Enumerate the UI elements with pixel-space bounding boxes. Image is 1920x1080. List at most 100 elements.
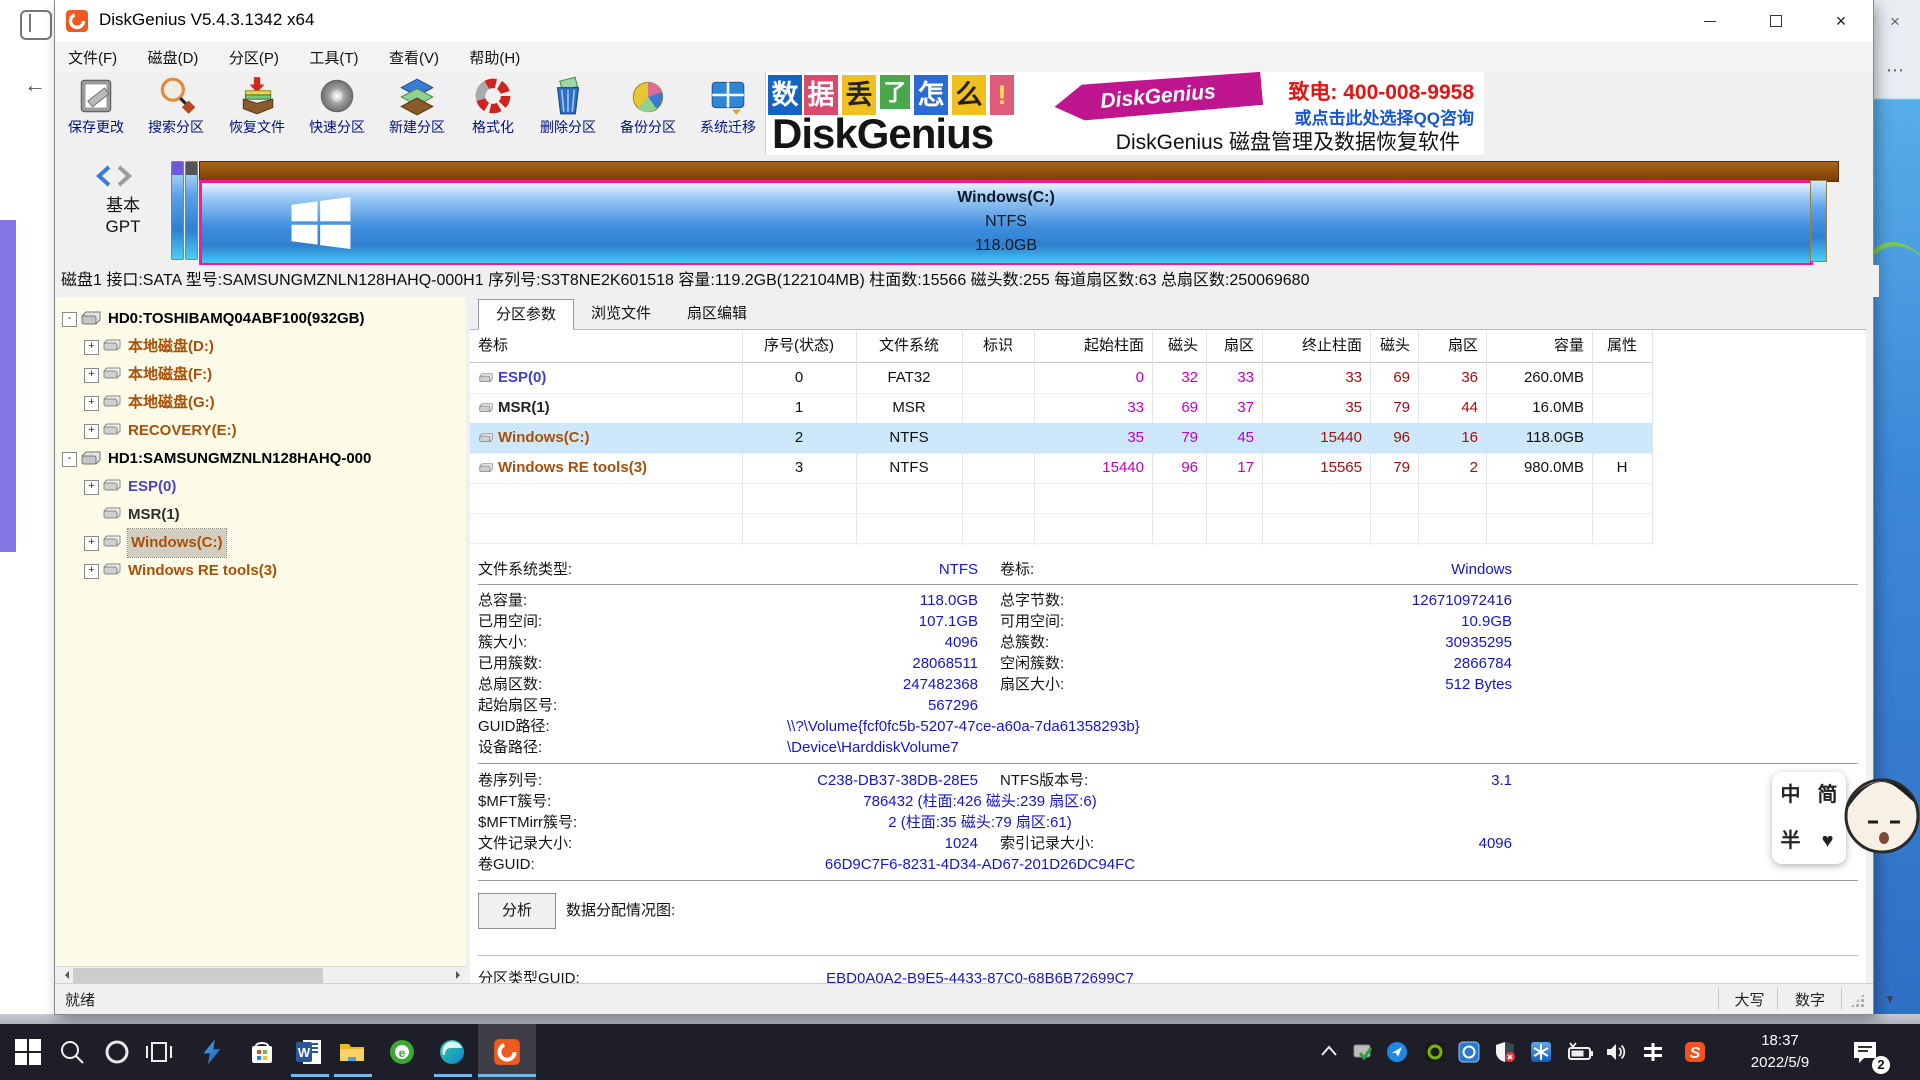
menu-view[interactable]: 查看(V) <box>376 42 452 73</box>
expander-icon[interactable]: + <box>84 368 99 383</box>
microsoft-store-icon[interactable] <box>248 1038 276 1066</box>
partition-row-msr[interactable]: MSR(1) 1MSR 336937 357944 16.0MB <box>470 393 1652 423</box>
taskbar-clock[interactable]: 18:37 2022/5/9 <box>1735 1030 1825 1074</box>
re-tools-partition-bar[interactable] <box>1810 180 1827 262</box>
tab-browse-files[interactable]: 浏览文件 <box>574 299 668 328</box>
analyze-button[interactable]: 分析 <box>478 893 556 929</box>
browser-360-icon[interactable]: e <box>388 1038 416 1066</box>
expander-icon[interactable]: + <box>84 396 99 411</box>
tree-item-msr[interactable]: MSR(1) <box>56 501 466 529</box>
start-button[interactable] <box>14 1038 42 1066</box>
tray-update-check-icon[interactable] <box>1352 1041 1374 1063</box>
word-icon[interactable]: W <box>295 1038 323 1066</box>
taskbar-search-icon[interactable] <box>58 1038 86 1066</box>
tree-item-local-f[interactable]: + 本地磁盘(F:) <box>56 361 466 389</box>
tree-item-local-d[interactable]: + 本地磁盘(D:) <box>56 333 466 361</box>
tray-snowflake-icon[interactable] <box>1530 1041 1552 1063</box>
col-start-cyl: 起始柱面 <box>1034 331 1144 361</box>
running-indicator <box>291 1074 329 1077</box>
ime-status-widget[interactable]: 中 简 半 ♥ <box>1772 772 1846 864</box>
esp-partition-bar[interactable] <box>171 161 184 260</box>
tray-volume-icon[interactable] <box>1604 1041 1626 1063</box>
quick-partition-button[interactable]: 快速分区 <box>299 74 375 152</box>
recover-files-button[interactable]: 恢复文件 <box>219 74 295 152</box>
menu-partition[interactable]: 分区(P) <box>216 42 292 73</box>
ime-halfwidth-indicator[interactable]: 半 <box>1772 818 1809 864</box>
tree-item-hd0[interactable]: - HD0:TOSHIBAMQ04ABF100(932GB) <box>56 305 466 333</box>
resize-grip[interactable] <box>1850 993 1865 1008</box>
task-view-icon[interactable] <box>145 1038 173 1066</box>
maximize-button[interactable] <box>1743 0 1809 42</box>
back-arrow-icon: ← <box>24 72 46 98</box>
diskgenius-taskbar-active-cell[interactable] <box>478 1024 536 1080</box>
close-button[interactable]: × <box>1809 0 1873 42</box>
ime-heart-icon[interactable]: ♥ <box>1809 818 1846 864</box>
tree-item-windows-re[interactable]: + Windows RE tools(3) <box>56 557 466 585</box>
edge-icon[interactable] <box>438 1038 466 1066</box>
partition-row-windows-re[interactable]: Windows RE tools(3) 3NTFS 154409617 1556… <box>470 453 1652 483</box>
expander-icon[interactable]: - <box>62 312 77 327</box>
tray-ime-mode-icon[interactable] <box>1642 1041 1664 1063</box>
format-button[interactable]: 格式化 <box>455 74 531 152</box>
system-migrate-button[interactable]: 系统迁移 <box>690 74 766 152</box>
expander-icon[interactable]: + <box>84 536 99 551</box>
tree-item-windows-c[interactable]: + Windows(C:) <box>56 529 466 557</box>
delete-partition-button[interactable]: 删除分区 <box>530 74 606 152</box>
expander-icon[interactable]: + <box>84 564 99 579</box>
menu-disk[interactable]: 磁盘(D) <box>135 42 212 73</box>
partition-icon <box>478 433 494 444</box>
banner-tile: ! <box>990 75 1014 115</box>
tree-item-esp[interactable]: + ESP(0) <box>56 473 466 501</box>
windows-c-partition-bar[interactable]: Windows(C:) NTFS 118.0GB <box>199 180 1813 266</box>
tree-item-hd1[interactable]: - HD1:SAMSUNGMZNLN128HAHQ-000 <box>56 445 466 473</box>
tree-horizontal-scrollbar[interactable] <box>56 966 466 983</box>
tray-sogou-icon[interactable]: S <box>1684 1041 1706 1063</box>
tree-item-recovery-e[interactable]: + RECOVERY(E:) <box>56 417 466 445</box>
tab-sector-edit[interactable]: 扇区编辑 <box>670 299 764 328</box>
menu-file[interactable]: 文件(F) <box>55 42 130 73</box>
search-partition-button[interactable]: 搜索分区 <box>138 74 214 152</box>
ime-lang-indicator[interactable]: 中 <box>1772 772 1809 818</box>
scroll-left-button[interactable] <box>56 967 73 983</box>
file-explorer-icon[interactable] <box>338 1038 366 1066</box>
partition-row-windows-c[interactable]: Windows(C:) 2NTFS 357945 154409616 118.0… <box>470 423 1652 453</box>
col-end-sector: 扇区 <box>1418 331 1478 361</box>
ad-banner[interactable]: 数 据 丢 了 怎 么 ! DiskGenius DiskGenius 致电: … <box>765 72 1484 160</box>
expander-icon[interactable]: - <box>62 452 77 467</box>
tree-item-local-g[interactable]: + 本地磁盘(G:) <box>56 389 466 417</box>
detail-row: 文件记录大小:1024 索引记录大小:4096 <box>470 833 1860 854</box>
menu-tools[interactable]: 工具(T) <box>296 42 371 73</box>
tray-nvidia-icon[interactable] <box>1424 1041 1446 1063</box>
expander-icon[interactable]: + <box>84 480 99 495</box>
scrollbar-thumb[interactable] <box>73 968 323 983</box>
menu-help[interactable]: 帮助(H) <box>456 42 533 73</box>
cortana-icon[interactable] <box>103 1038 131 1066</box>
tray-security-shield-icon[interactable] <box>1494 1041 1516 1063</box>
taskbar-app-lightning[interactable] <box>198 1038 226 1066</box>
ime-mascot-face <box>1842 764 1920 868</box>
col-filesystem: 文件系统 <box>856 331 962 361</box>
trash-icon <box>547 75 589 117</box>
save-changes-button[interactable]: 保存更改 <box>58 74 134 152</box>
scroll-right-button[interactable] <box>449 967 466 983</box>
tray-battery-icon[interactable] <box>1566 1041 1594 1063</box>
status-bar: 就绪 大写 数字 <box>55 983 1873 1014</box>
msr-partition-bar[interactable] <box>185 161 198 260</box>
ime-simplified-indicator[interactable]: 简 <box>1809 772 1846 818</box>
minimize-button[interactable] <box>1677 0 1743 42</box>
notification-badge: 2 <box>1872 1056 1890 1074</box>
partition-row-esp[interactable]: ESP(0) 0FAT32 03233 336936 260.0MB <box>470 363 1652 393</box>
backup-partition-button[interactable]: 备份分区 <box>610 74 686 152</box>
window-title: DiskGenius V5.4.3.1342 x64 <box>99 10 314 30</box>
new-partition-button[interactable]: 新建分区 <box>379 74 455 152</box>
tray-messenger-icon[interactable] <box>1386 1041 1408 1063</box>
expander-icon[interactable]: + <box>84 340 99 355</box>
detail-row: 已用簇数:28068511 空闲簇数:2866784 <box>470 653 1860 674</box>
tray-intel-graphics-icon[interactable] <box>1458 1041 1480 1063</box>
desktop-right-strip <box>1874 0 1920 1024</box>
expander-icon[interactable]: + <box>84 424 99 439</box>
tray-chevron-icon[interactable] <box>1318 1041 1340 1063</box>
tab-partition-params[interactable]: 分区参数 <box>478 299 574 330</box>
disk-nav-arrows[interactable] <box>93 165 153 187</box>
diskgenius-taskbar-icon[interactable] <box>493 1038 521 1066</box>
